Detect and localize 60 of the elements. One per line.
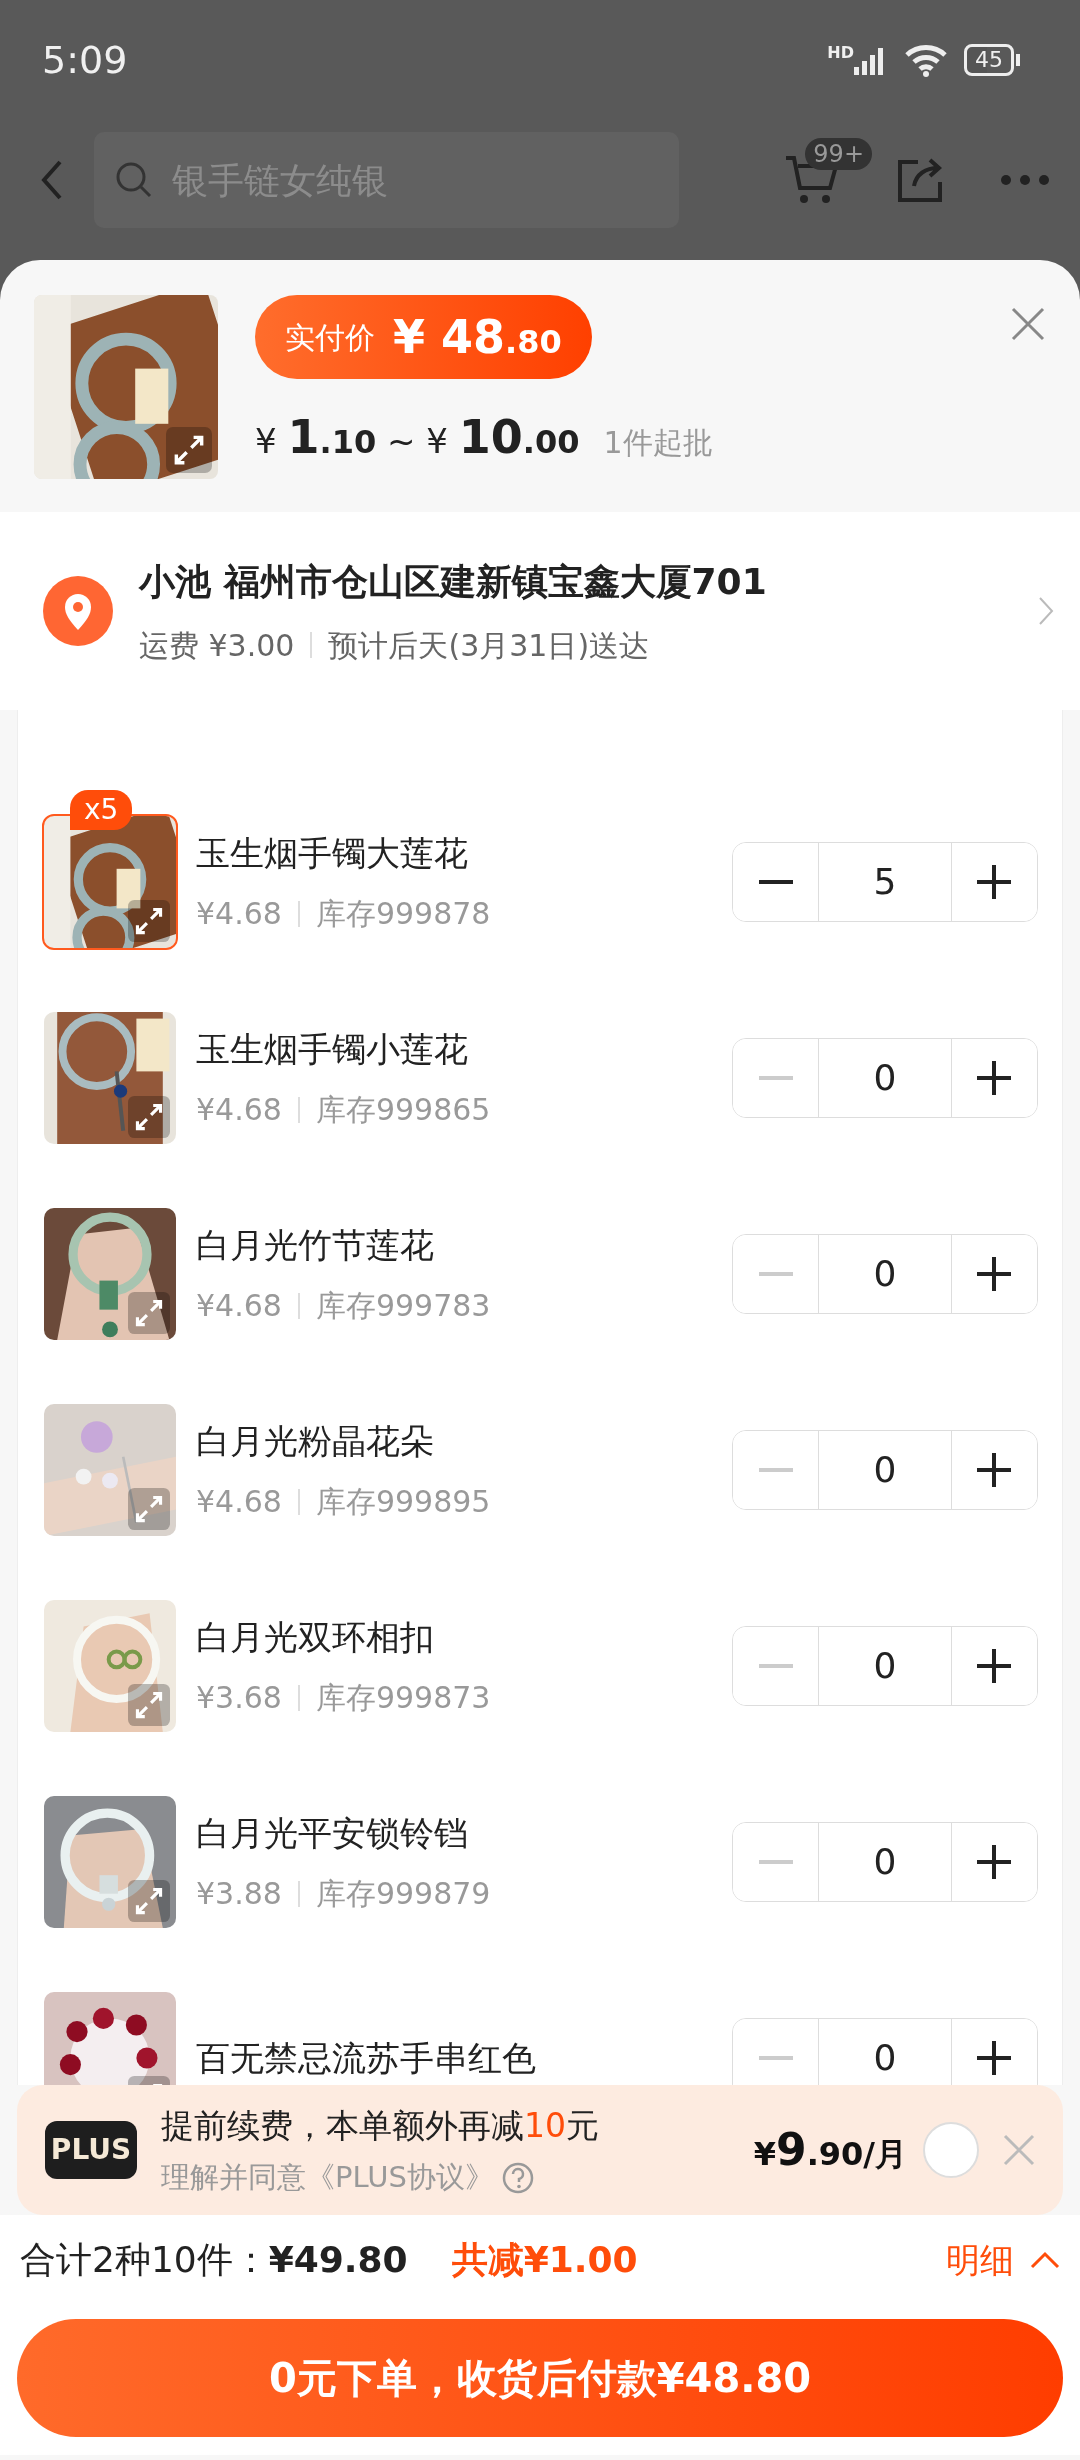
product-name: 白月光平安锁铃铛	[196, 1812, 469, 1855]
minus-icon	[758, 1860, 793, 1864]
share-icon[interactable]	[896, 156, 944, 204]
minus-icon	[758, 2056, 793, 2060]
shipping-fee: 运费 ¥3.00	[139, 626, 295, 665]
address-text: 小池 福州市仓山区建新镇宝鑫大厦701	[139, 559, 768, 604]
total-count: 合计2种10件：	[20, 2238, 269, 2282]
status-time: 5:09	[42, 36, 128, 84]
plus-icon	[977, 1257, 1012, 1291]
wifi-icon	[904, 43, 948, 77]
plus-price: ¥9.90/月	[753, 2123, 907, 2177]
plus-icon	[977, 1061, 1012, 1095]
plus-icon	[977, 865, 1012, 899]
back-icon[interactable]	[40, 159, 64, 201]
plus-icon	[977, 1845, 1012, 1879]
total-price: ¥49.80	[268, 2238, 408, 2282]
discount-total: 共减¥1.00	[451, 2238, 638, 2282]
location-icon	[43, 576, 113, 646]
product-name: 白月光双环相扣	[196, 1616, 435, 1659]
minimum-order: 1件起批	[603, 424, 713, 462]
minus-icon	[758, 1664, 793, 1668]
actual-price-tag: 实付价 ¥ 48.80	[255, 295, 592, 379]
product-price: ¥4.68	[196, 895, 282, 933]
offer-title: 提前续费，本单额外再减10元	[161, 2104, 599, 2147]
chevron-right-icon	[1038, 596, 1054, 626]
chevron-icon	[1030, 2251, 1060, 2269]
minus-icon	[758, 880, 793, 884]
price-range: ¥ 1.10 ~ ¥ 10.00	[255, 409, 580, 466]
stock-count: 库存999878	[315, 895, 491, 933]
product-price: ¥4.68	[196, 1483, 282, 1521]
plus-logo: PLUS	[45, 2121, 137, 2179]
product-name: 白月光粉晶花朵	[196, 1420, 435, 1463]
minus-icon	[758, 1468, 793, 1472]
close-icon[interactable]	[1011, 307, 1045, 341]
minus-icon	[758, 1272, 793, 1276]
plus-icon	[977, 1649, 1012, 1683]
delivery-estimate: 预计后天(3月31日)送达	[328, 626, 650, 665]
product-name: 玉生烟手镯小莲花	[196, 1028, 469, 1071]
product-name: 百无禁忌流苏手串红色	[196, 2036, 537, 2080]
quantity-badge: x5	[70, 790, 133, 830]
product-price: ¥3.88	[196, 1875, 282, 1913]
radio-button[interactable]	[923, 2122, 979, 2178]
product-name: 玉生烟手镯大莲花	[196, 832, 469, 875]
stock-count: 库存999895	[315, 1483, 491, 1521]
product-price: ¥3.68	[196, 1679, 282, 1717]
stock-count: 库存999879	[315, 1875, 491, 1913]
help-icon[interactable]	[501, 2161, 534, 2194]
stock-count: 库存999783	[315, 1287, 491, 1325]
product-price: ¥4.68	[196, 1091, 282, 1129]
stock-count: 库存999865	[315, 1091, 491, 1129]
plus-icon	[977, 1453, 1012, 1487]
minus-icon	[758, 1076, 793, 1080]
product-name: 白月光竹节莲花	[196, 1224, 435, 1267]
stock-count: 库存999873	[315, 1679, 491, 1717]
address-card[interactable]: 小池 福州市仓山区建新镇宝鑫大厦701 运费 ¥3.00 预计后天(3月31日)送达	[0, 512, 1080, 710]
plus-icon	[977, 2041, 1012, 2075]
product-price: ¥4.68	[196, 1287, 282, 1325]
search-icon	[114, 160, 154, 200]
cart-badge: 99+	[805, 138, 872, 170]
more-icon[interactable]	[1000, 174, 1050, 186]
